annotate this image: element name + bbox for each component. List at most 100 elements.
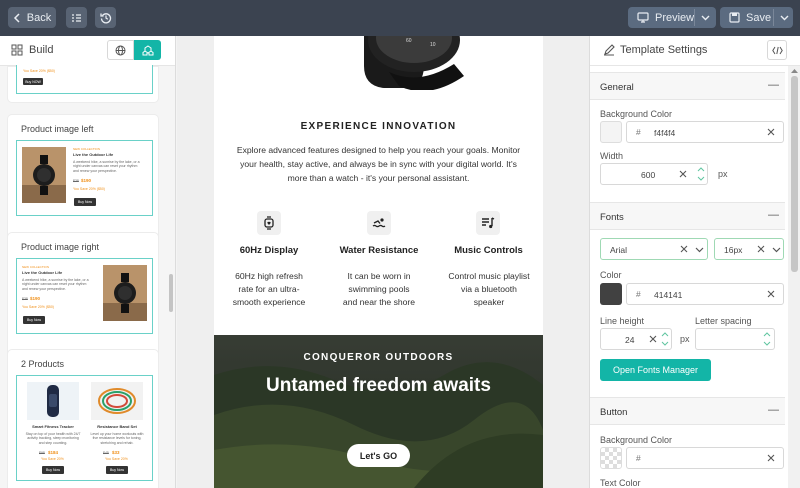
stepper-up-icon[interactable] (763, 331, 771, 337)
preview-dropdown-toggle[interactable] (697, 10, 713, 26)
line-height-input[interactable]: 24 (600, 328, 672, 350)
chevron-down-icon (701, 15, 710, 21)
button-bg-color-swatch[interactable] (600, 447, 622, 469)
blocks-icon (142, 44, 154, 56)
svg-text:60: 60 (406, 38, 412, 44)
save-text: You Save 20% (105, 457, 128, 461)
feature-column: 60Hz Display 60Hz high refresh rate for … (214, 208, 324, 318)
font-color-label: Color (600, 270, 622, 280)
clear-icon[interactable] (767, 454, 775, 462)
svg-text:10: 10 (430, 42, 436, 48)
watch-hero-image: 60 10 (214, 36, 543, 90)
font-color-input[interactable]: # 414141 (626, 283, 784, 305)
block-preview: NEW COLLECTION Live the Outdoor Life A w… (16, 258, 153, 334)
back-button[interactable]: Back (8, 7, 56, 28)
width-label: Width (600, 151, 624, 161)
width-input[interactable]: 600 (600, 163, 708, 185)
block-preview: Smart Fitness Tracker Stay on top of you… (16, 375, 153, 481)
hero-eyebrow: CONQUEROR OUTDOORS (303, 352, 454, 363)
swimming-icon (372, 216, 386, 230)
back-label: Back (26, 11, 52, 24)
block-card-2-products[interactable]: 2 Products Smart Fitness Tracker Stay on… (8, 350, 158, 488)
clear-icon[interactable] (679, 170, 687, 178)
thumb-body: A weekend hike, a sunrise by the lake, o… (73, 160, 140, 173)
panel-header: Template Settings (590, 36, 800, 66)
section-general-header[interactable]: General — (590, 72, 785, 100)
scroll-up-icon[interactable] (791, 68, 798, 73)
feature-title: 60Hz Display (239, 245, 299, 256)
bg-color-swatch[interactable] (600, 121, 622, 143)
buy-button: Buy Now (23, 316, 45, 324)
collapse-icon[interactable]: — (768, 79, 779, 91)
code-view-button[interactable] (767, 40, 787, 60)
collapse-icon[interactable]: — (768, 209, 779, 221)
feature-icon-box (257, 211, 281, 235)
buy-button: Buy Now (42, 466, 64, 474)
save-icon (729, 12, 740, 23)
hash-symbol: # (636, 453, 641, 463)
font-family-value: Arial (610, 245, 628, 255)
font-color-swatch[interactable] (600, 283, 622, 305)
price: $190 (81, 178, 92, 183)
product-name: Smart Fitness Tracker (32, 424, 74, 429)
sidebar-header: Build (0, 36, 175, 66)
preview-dropdown-divider (694, 9, 695, 26)
feature-text: It can be worn in swimming pools and nea… (342, 271, 416, 307)
feature-text: Control music playlist via a bluetooth s… (448, 271, 530, 307)
clear-icon[interactable] (649, 335, 657, 343)
product-image (22, 147, 66, 203)
save-text: You Save 20% (41, 457, 64, 461)
history-icon (99, 12, 112, 24)
chevron-down-icon[interactable] (695, 247, 704, 253)
panel-scrollbar-thumb[interactable] (791, 76, 798, 272)
tab-blocks[interactable] (134, 40, 161, 60)
clear-icon[interactable] (680, 245, 688, 253)
chevron-down-icon[interactable] (772, 247, 781, 253)
button-text-color-label: Text Color (600, 478, 641, 488)
product-image (103, 265, 147, 321)
bg-color-input[interactable]: # f4f4f4 (626, 121, 784, 143)
sidebar-scrollbar[interactable] (169, 274, 173, 312)
list-icon (71, 13, 82, 23)
buy-button: Buy NOW (23, 78, 43, 85)
font-family-select[interactable]: Arial (600, 238, 708, 260)
stepper-up-icon[interactable] (661, 331, 669, 337)
buy-button: Buy Now (106, 466, 128, 474)
save-dropdown-toggle[interactable] (776, 10, 792, 26)
stepper-down-icon[interactable] (697, 176, 705, 182)
hero-cta-button[interactable]: Let's GO (347, 444, 410, 467)
block-card-partial[interactable]: You Save 20% ($50) Buy NOW (8, 65, 158, 102)
tab-global[interactable] (107, 40, 134, 60)
history-button[interactable] (95, 7, 116, 28)
list-view-button[interactable] (66, 7, 87, 28)
old-price: $45 (103, 451, 109, 455)
chevron-left-icon (13, 12, 21, 23)
tag-text: NEW COLLECTION (73, 147, 101, 151)
clear-icon[interactable] (767, 290, 775, 298)
email-canvas: 60 10 EXPERIENCE INNOVATION Explore adva… (177, 36, 589, 488)
collapse-icon[interactable]: — (768, 404, 779, 416)
stepper-down-icon[interactable] (763, 341, 771, 347)
letter-spacing-input[interactable] (695, 328, 775, 350)
feature-column: Water Resistance It can be worn in swimm… (324, 208, 434, 318)
edit-icon (603, 44, 615, 56)
button-bg-color-input[interactable]: # (626, 447, 784, 469)
stepper-up-icon[interactable] (697, 166, 705, 172)
section-fonts-header[interactable]: Fonts — (590, 202, 785, 230)
buy-button: Buy Now (74, 198, 96, 206)
open-fonts-manager-button[interactable]: Open Fonts Manager (600, 359, 711, 381)
feature-title: Water Resistance (339, 245, 419, 256)
hero-headline: Untamed freedom awaits (266, 375, 491, 396)
stepper-down-icon[interactable] (661, 341, 669, 347)
tag-text: NEW COLLECTION (22, 265, 50, 269)
section-button-header[interactable]: Button — (590, 397, 785, 425)
clear-icon[interactable] (767, 128, 775, 136)
letter-spacing-label: Letter spacing (695, 316, 752, 326)
feature-icon-box (367, 211, 391, 235)
line-height-unit: px (680, 334, 690, 344)
clear-icon[interactable] (757, 245, 765, 253)
save-dropdown-divider (773, 9, 774, 26)
panel-scrollbar-track[interactable] (788, 66, 800, 488)
sidebar-title: Build (29, 44, 54, 56)
font-size-select[interactable]: 16px (714, 238, 784, 260)
